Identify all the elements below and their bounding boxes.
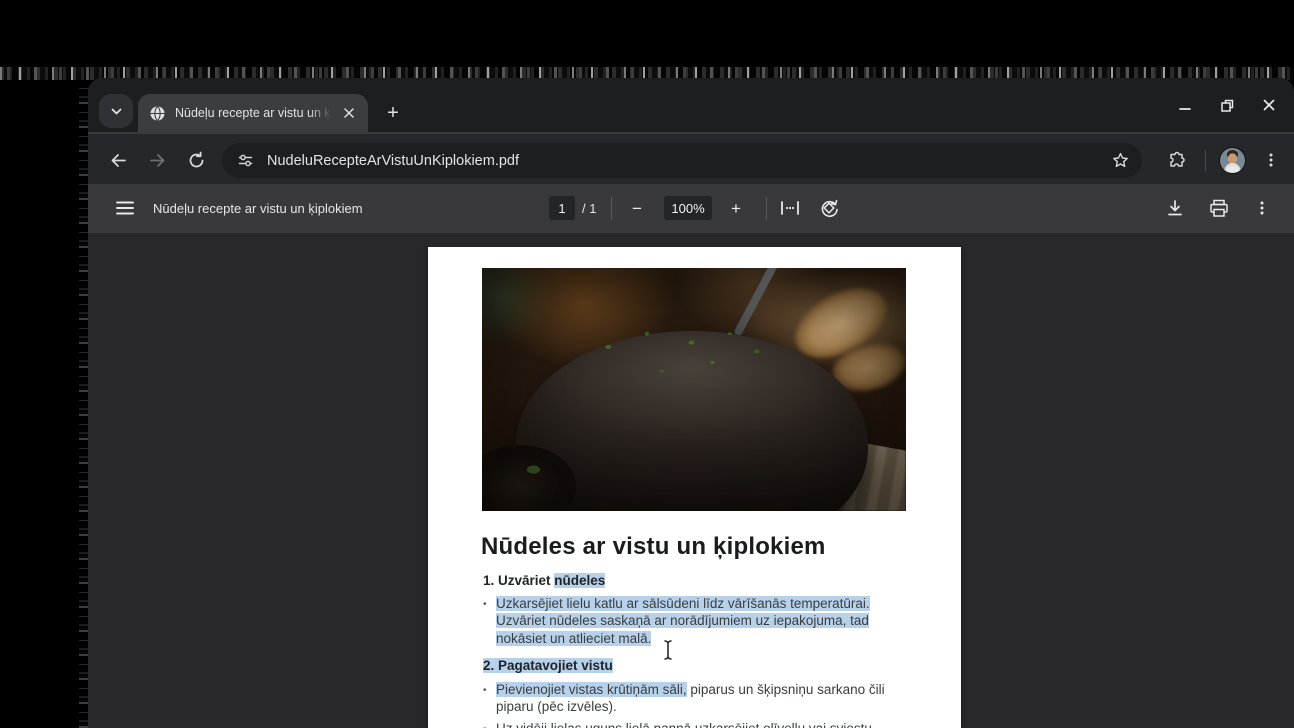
selected-text: Uzkarsējiet lielu katlu ar sālsūdeni līd…	[496, 595, 870, 646]
bullet-marker: •	[483, 598, 487, 610]
bookmark-star-button[interactable]	[1111, 151, 1130, 170]
bullet-marker: •	[483, 720, 496, 728]
new-tab-button[interactable]: +	[380, 100, 406, 126]
window-controls	[1164, 78, 1294, 132]
zoom-out-button[interactable]: −	[624, 196, 650, 222]
screen: Nūdeļu recepte ar vistu un ķip + NudeluR…	[0, 0, 1294, 728]
pdf-toolbar: Nūdeļu recepte ar vistu un ķiplokiem 1 /…	[88, 184, 1294, 233]
pdf-page: Nūdeles ar vistu un ķiplokiem 1. Uzvārie…	[428, 247, 961, 728]
reload-icon	[189, 151, 203, 167]
step-2-bullet-2: • Uz vidēji lielas uguns lielā pannā uzk…	[483, 720, 913, 728]
recipe-body: 1. Uzvāriet nūdeles • Uzkarsējiet lielu …	[483, 572, 913, 728]
recipe-heading: Nūdeles ar vistu un ķiplokiem	[481, 533, 826, 560]
printer-icon	[1210, 199, 1228, 217]
chevron-down-icon	[111, 108, 121, 114]
pdf-more-options-button[interactable]	[1246, 192, 1278, 224]
download-icon	[1168, 200, 1182, 216]
tab-title: Nūdeļu recepte ar vistu un ķip	[175, 105, 336, 121]
omnibox[interactable]: NudeluRecepteArVistuUnKiplokiem.pdf	[222, 143, 1142, 178]
star-icon	[1113, 152, 1128, 168]
minimize-button[interactable]	[1164, 88, 1206, 122]
download-button[interactable]	[1159, 192, 1191, 224]
zoom-in-button[interactable]: +	[723, 196, 749, 222]
step-2-bullet-1: • Pievienojiet vistas krūtiņām sāli, pip…	[483, 681, 885, 714]
close-icon	[344, 108, 354, 118]
rotate-button[interactable]	[813, 192, 845, 224]
tune-icon	[238, 154, 252, 167]
extensions-button[interactable]	[1159, 142, 1195, 178]
step-1-title: 1. Uzvāriet nūdeles	[483, 573, 606, 588]
browser-menu-button[interactable]	[1253, 142, 1289, 178]
tab-active[interactable]: Nūdeļu recepte ar vistu un ķip	[138, 94, 368, 132]
bullet-marker: •	[483, 684, 487, 696]
minimize-icon	[1179, 108, 1191, 110]
pdf-document-title: Nūdeļu recepte ar vistu un ķiplokiem	[153, 201, 363, 216]
pdf-menu-button[interactable]	[109, 192, 141, 224]
pdf-toolbar-divider	[766, 197, 767, 220]
fit-width-icon	[781, 201, 799, 215]
close-icon	[1263, 99, 1275, 111]
restore-window-icon	[1220, 99, 1233, 112]
selected-text: 2. Pagatavojiet vistu	[483, 658, 613, 673]
print-button[interactable]	[1203, 192, 1235, 224]
photo-vignette	[482, 268, 906, 511]
back-arrow-icon	[111, 153, 126, 167]
kebab-menu-icon	[1260, 201, 1264, 215]
restore-button[interactable]	[1206, 88, 1248, 122]
url-text[interactable]: NudeluRecepteArVistuUnKiplokiem.pdf	[267, 153, 1111, 169]
forward-button[interactable]	[139, 142, 175, 178]
rotate-ccw-icon	[821, 199, 838, 218]
fit-to-width-button[interactable]	[774, 192, 806, 224]
selected-text: Pievienojiet vistas krūtiņām sāli,	[496, 681, 687, 697]
page-count-label: / 1	[582, 201, 597, 216]
forward-arrow-icon	[149, 153, 164, 167]
browser-toolbar: NudeluRecepteArVistuUnKiplokiem.pdf	[88, 132, 1294, 184]
tab-strip: Nūdeļu recepte ar vistu un ķip +	[88, 78, 1294, 132]
tab-close-button[interactable]	[340, 104, 358, 122]
browser-window: Nūdeļu recepte ar vistu un ķip + NudeluR…	[88, 78, 1294, 728]
step-1-bullet: • Uzkarsējiet lielu katlu ar sālsūdeni l…	[483, 595, 913, 648]
site-settings-button[interactable]	[230, 147, 260, 175]
globe-favicon-icon	[150, 105, 165, 121]
close-window-button[interactable]	[1248, 88, 1290, 122]
puzzle-icon	[1169, 151, 1185, 167]
page-number-input[interactable]: 1	[549, 196, 575, 220]
text-cursor-icon	[661, 639, 675, 661]
zoom-level-input[interactable]: 100%	[664, 196, 712, 220]
toolbar-divider	[1205, 150, 1206, 171]
pdf-viewer-area[interactable]: Nūdeles ar vistu un ķiplokiem 1. Uzvārie…	[88, 233, 1294, 728]
selected-text: nūdeles	[554, 573, 606, 588]
pdf-toolbar-divider	[611, 197, 612, 220]
kebab-menu-icon	[1269, 153, 1273, 167]
step-2-title: 2. Pagatavojiet vistu	[483, 657, 913, 675]
hamburger-icon	[116, 201, 134, 215]
recipe-photo	[482, 268, 906, 511]
tab-search-button[interactable]	[99, 94, 133, 128]
reload-button[interactable]	[178, 142, 214, 178]
profile-avatar[interactable]	[1219, 147, 1246, 174]
back-button[interactable]	[100, 142, 136, 178]
